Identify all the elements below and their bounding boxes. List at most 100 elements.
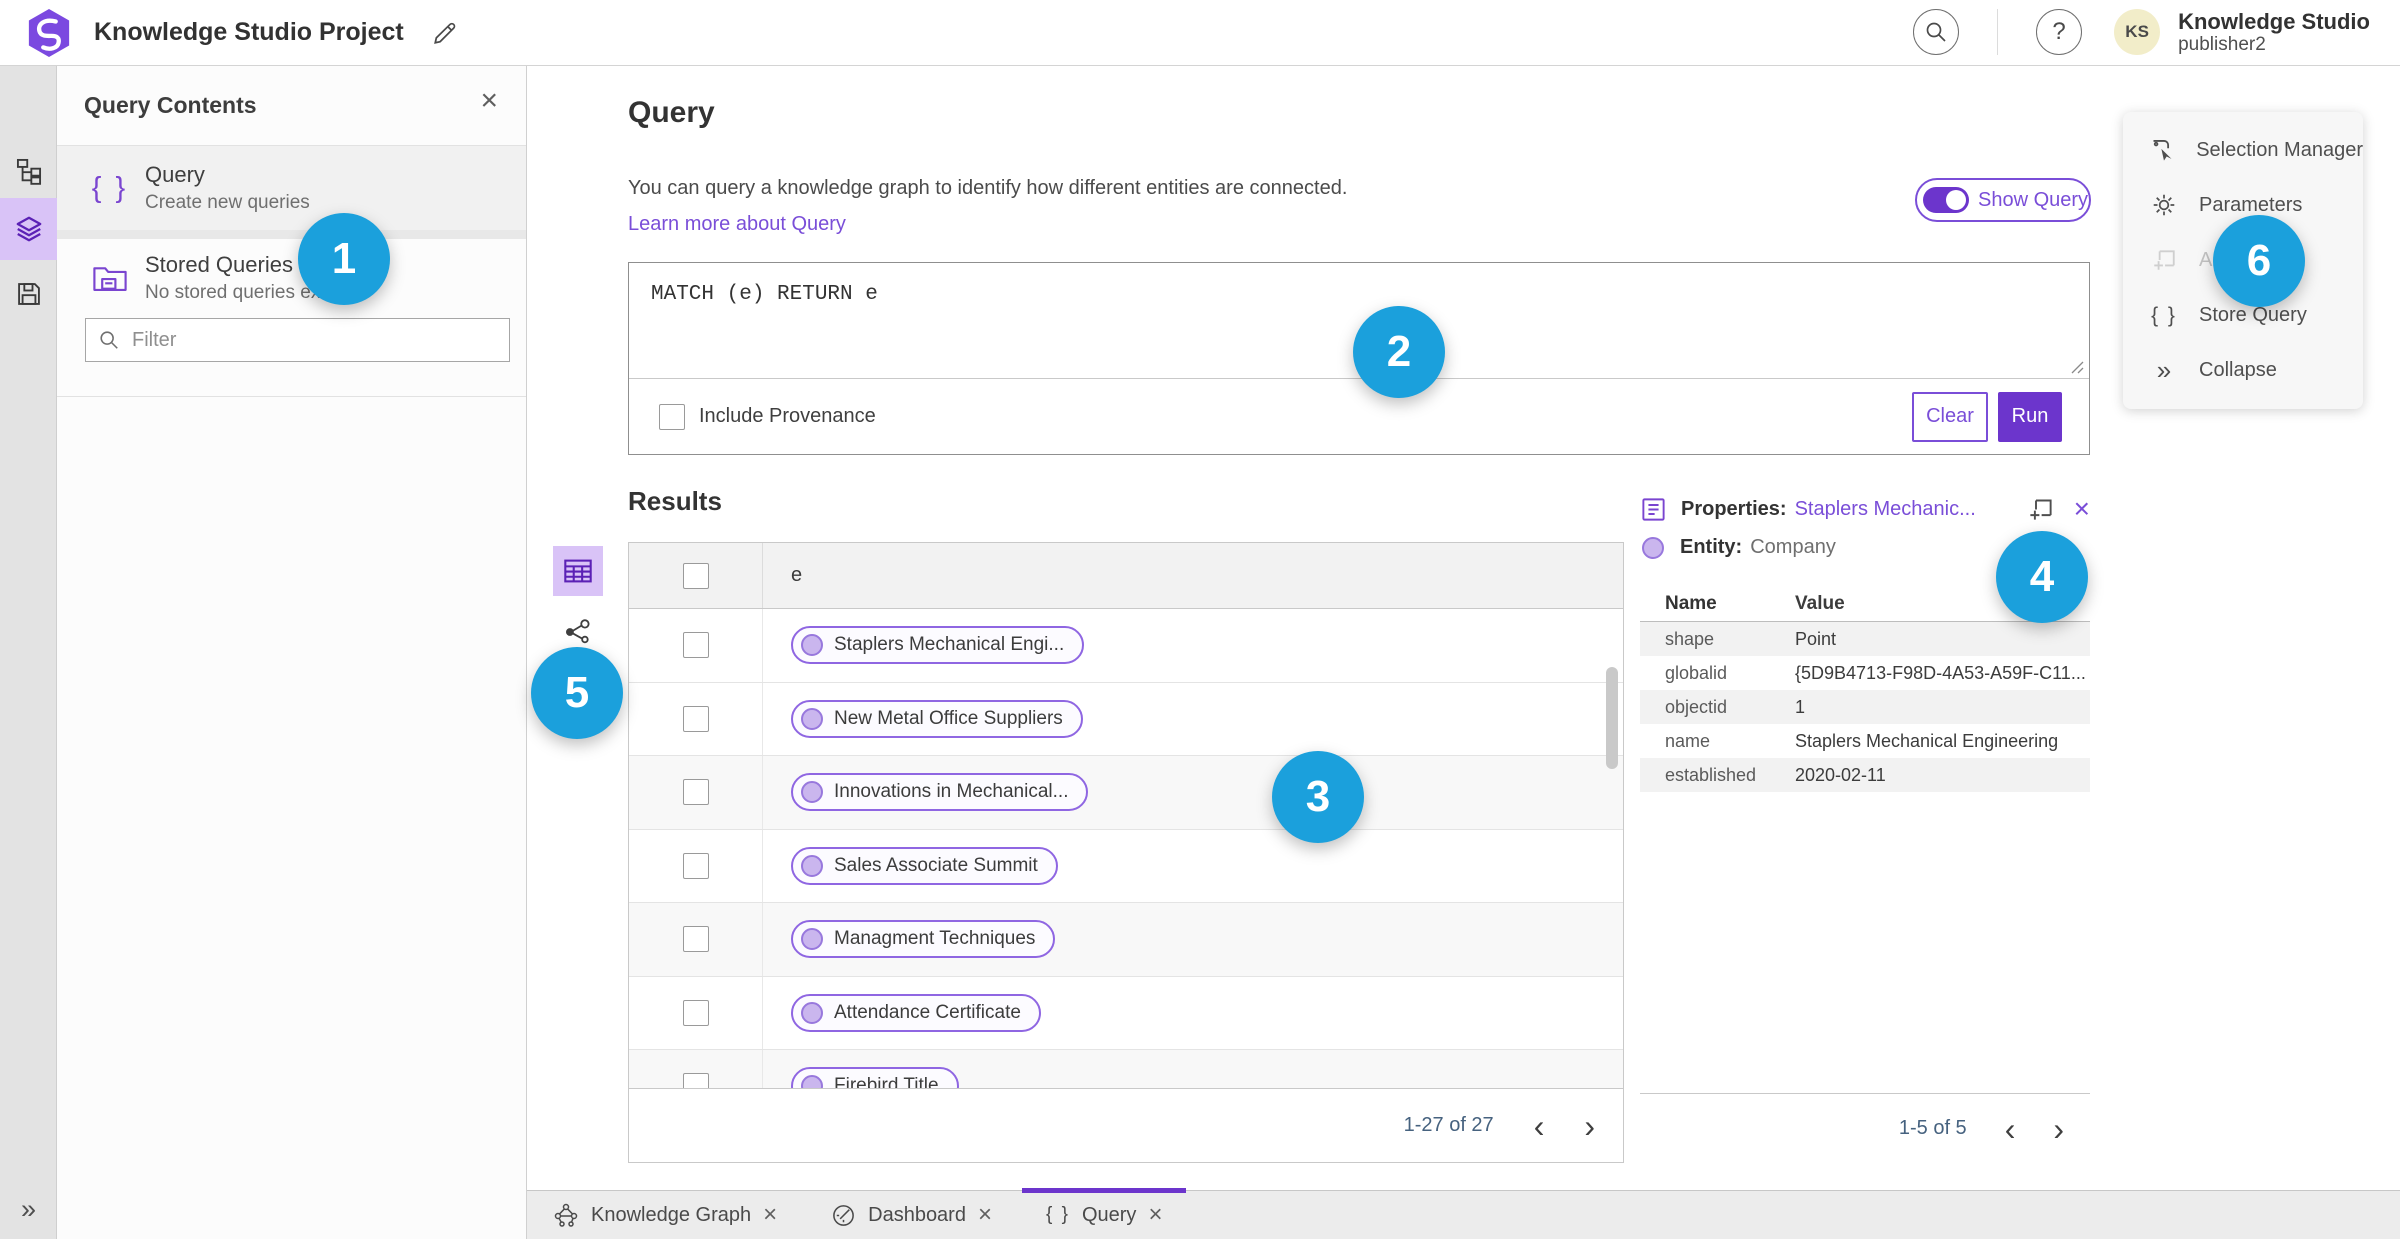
entity-pill[interactable]: Managment Techniques [791, 920, 1056, 959]
sidebar-item-contents-active[interactable] [0, 198, 57, 260]
entity-icon [1642, 536, 1664, 559]
table-view-button[interactable] [553, 546, 603, 596]
table-row: Innovations in Mechanical... [629, 756, 1623, 830]
knowledge-graph-icon [554, 1203, 578, 1227]
app-sidebar: » [0, 66, 57, 1239]
link-chart-view-button[interactable] [558, 612, 598, 652]
column-header-name: Name [1665, 592, 1717, 614]
tab-close-icon[interactable]: × [763, 1203, 777, 1227]
edit-title-button[interactable] [432, 20, 458, 46]
callout-badge-3: 3 [1272, 751, 1364, 843]
entity-pill[interactable]: Sales Associate Summit [791, 846, 1058, 885]
panel-divider [57, 396, 526, 397]
row-checkbox[interactable] [682, 852, 709, 879]
pagination-next-icon[interactable]: › [1584, 1110, 1595, 1142]
callout-badge-1: 1 [298, 213, 390, 305]
row-checkbox[interactable] [682, 779, 709, 806]
entity-pill[interactable]: Innovations in Mechanical... [791, 773, 1089, 812]
tab-query[interactable]: { } Query × [1021, 1188, 1187, 1239]
results-scrollbar[interactable] [1606, 667, 1618, 769]
show-query-toggle[interactable]: Show Query [1915, 178, 2091, 222]
learn-more-link[interactable]: Learn more about Query [628, 213, 846, 236]
callout-badge-4: 4 [1996, 531, 2088, 623]
topbar-actions: ? KS Knowledge Studio publisher2 [1913, 9, 2370, 56]
table-row: Firebird Title [629, 1050, 1623, 1088]
contents-item-stored-queries[interactable]: Stored Queries No stored queries exist [57, 239, 526, 317]
topbar-divider [1997, 9, 1999, 56]
help-button[interactable]: ? [2036, 9, 2083, 56]
select-all-checkbox[interactable] [682, 562, 709, 589]
table-icon [564, 559, 592, 583]
row-checkbox[interactable] [682, 926, 709, 953]
toggle-track [1923, 187, 1969, 213]
search-button[interactable] [1913, 9, 1960, 56]
entity-pill[interactable]: Firebird Title [791, 1067, 959, 1088]
item-title: Query [145, 162, 205, 187]
pagination-count: 1-5 of 5 [1898, 1117, 1967, 1139]
avatar[interactable]: KS [2114, 9, 2161, 56]
toggle-knob [1946, 190, 1966, 210]
toggle-label: Show Query [1978, 188, 2089, 211]
pagination-count: 1-27 of 27 [1403, 1114, 1494, 1136]
link-chart-icon [566, 619, 590, 644]
resize-handle-icon[interactable] [2071, 361, 2084, 379]
pagination-next-icon[interactable]: › [2053, 1113, 2064, 1145]
run-button[interactable]: Run [1998, 391, 2062, 442]
row-checkbox[interactable] [682, 1073, 709, 1088]
property-row: name Staplers Mechanical Engineering [1665, 730, 2059, 751]
filter-input[interactable] [132, 328, 497, 352]
entity-pill[interactable]: Staplers Mechanical Engi... [791, 626, 1085, 665]
pagination-prev-icon[interactable]: ‹ [1534, 1110, 1545, 1142]
filter-search-icon [100, 331, 118, 349]
layers-icon [16, 216, 41, 242]
tab-knowledge-graph[interactable]: Knowledge Graph × [529, 1191, 801, 1239]
menu-item-collapse[interactable]: » Collapse [2123, 346, 2363, 396]
row-checkbox[interactable] [682, 632, 709, 659]
sidebar-item-schema[interactable] [0, 148, 57, 194]
entity-icon [801, 1075, 823, 1088]
save-icon [17, 283, 40, 305]
query-contents-panel: Query Contents × { } Query Create new qu… [57, 66, 527, 1239]
table-row: Attendance Certificate [629, 976, 1623, 1050]
user-menu[interactable]: Knowledge Studio publisher2 [2178, 9, 2370, 56]
clear-button[interactable]: Clear [1912, 391, 1988, 442]
sidebar-item-save[interactable] [0, 271, 57, 317]
entity-icon [801, 781, 823, 804]
pagination-prev-icon[interactable]: ‹ [2005, 1113, 2016, 1145]
add-to-selection-icon[interactable] [2027, 496, 2054, 523]
selection-manager-icon [2149, 137, 2176, 164]
braces-icon: { } [1045, 1204, 1070, 1225]
table-row: Managment Techniques [629, 903, 1623, 977]
item-subtitle: Create new queries [145, 192, 310, 213]
pencil-icon [433, 22, 456, 44]
tab-dashboard[interactable]: Dashboard × [807, 1191, 1016, 1239]
results-table-body: Staplers Mechanical Engi... New Metal Of… [629, 609, 1623, 1088]
app-logo-icon[interactable] [26, 8, 72, 58]
table-row: Staplers Mechanical Engi... [629, 609, 1623, 683]
property-row: objectid 1 [1640, 690, 2090, 724]
page-title: Query [628, 96, 715, 129]
results-table-header: e [629, 543, 1623, 609]
entity-icon [801, 1001, 823, 1024]
entity-icon [801, 634, 823, 657]
user-org: Knowledge Studio [2178, 8, 2370, 34]
entity-pill[interactable]: New Metal Office Suppliers [791, 699, 1083, 738]
tab-close-icon[interactable]: × [1148, 1203, 1162, 1227]
callout-badge-2: 2 [1353, 306, 1445, 398]
properties-close-icon[interactable]: × [2074, 493, 2090, 525]
property-row: established 2020-02-11 [1640, 758, 2090, 792]
menu-item-selection-manager[interactable]: Selection Manager [2123, 125, 2363, 175]
tab-close-icon[interactable]: × [978, 1203, 992, 1227]
user-name: publisher2 [2178, 34, 2266, 56]
properties-label: Properties: [1681, 497, 1787, 520]
contents-item-query[interactable]: { } Query Create new queries [57, 145, 526, 230]
panel-close-icon[interactable]: × [480, 84, 498, 118]
entity-pill[interactable]: Attendance Certificate [791, 993, 1041, 1032]
row-checkbox[interactable] [682, 999, 709, 1026]
properties-entity-link[interactable]: Staplers Mechanic... [1795, 498, 1976, 521]
table-row: New Metal Office Suppliers [629, 682, 1623, 756]
include-provenance-checkbox[interactable] [659, 403, 685, 430]
sidebar-expand-button[interactable]: » [0, 1194, 57, 1225]
section-divider [57, 230, 526, 239]
row-checkbox[interactable] [682, 705, 709, 732]
